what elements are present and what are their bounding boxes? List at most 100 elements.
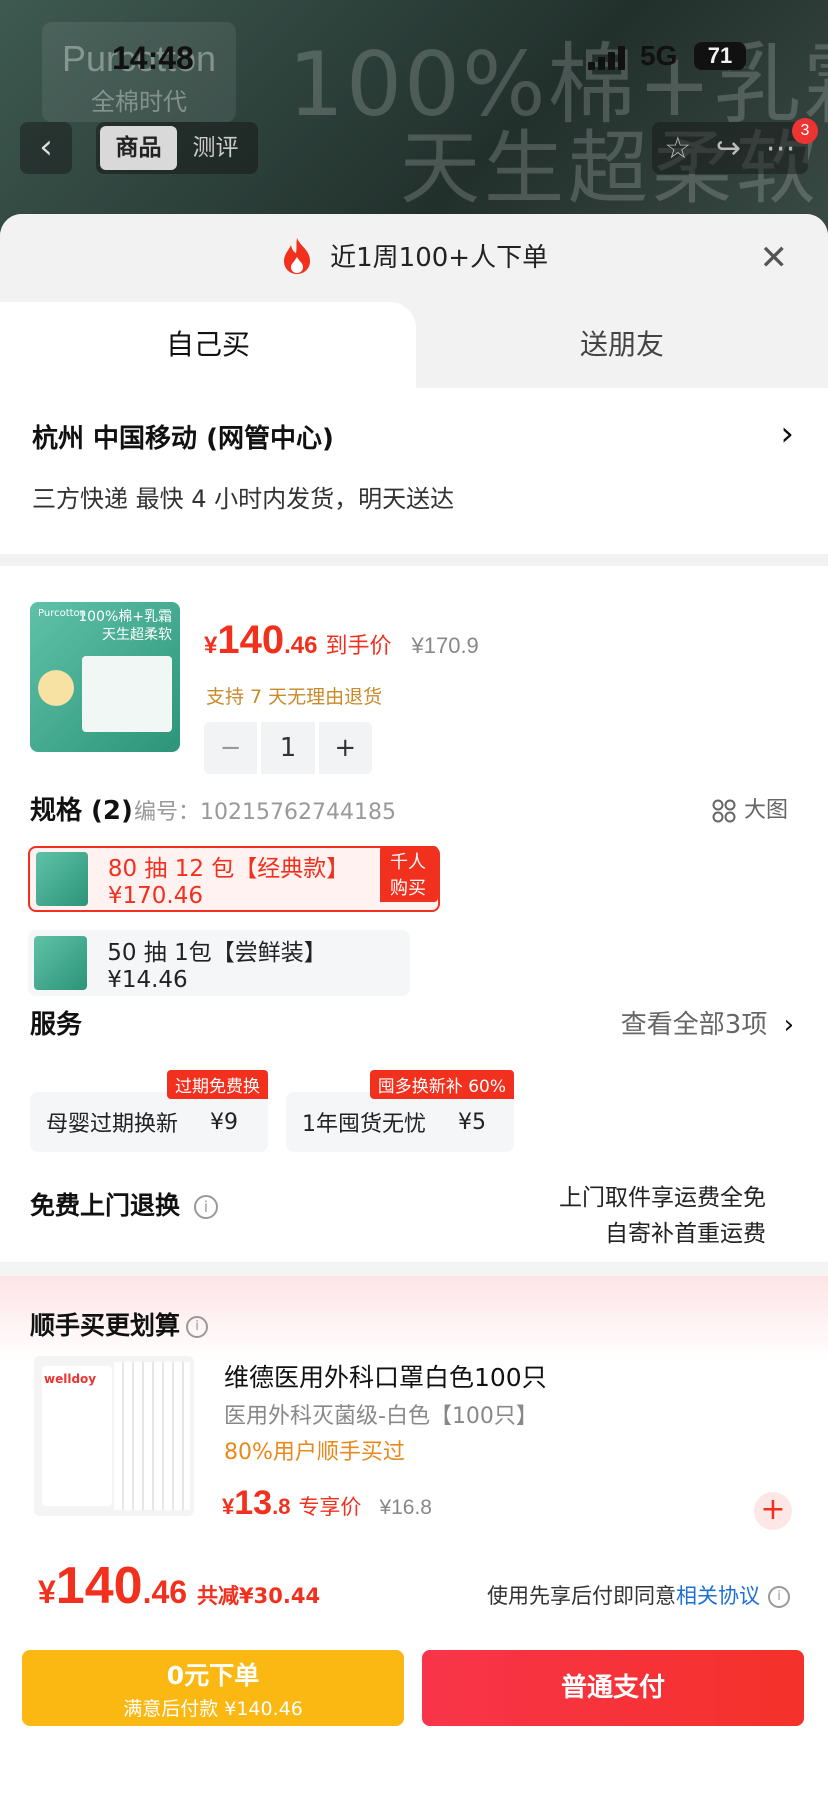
normal-pay-button[interactable]: 普通支付 xyxy=(422,1650,804,1726)
network-type: 5G xyxy=(640,40,678,71)
tab-self-buy[interactable]: 自己买 xyxy=(0,302,416,388)
info-icon[interactable]: i xyxy=(768,1586,790,1608)
spec-option-tag: 千人购买 xyxy=(380,846,438,902)
brand-logo-subtext: 全棉时代 xyxy=(91,88,187,116)
spec-option-label: 50 抽 1包【尝鲜装】 ¥14.46 xyxy=(107,940,327,993)
close-icon[interactable]: ✕ xyxy=(760,214,789,302)
total-price: ¥140.46 共减¥30.44 xyxy=(38,1556,320,1616)
total-savings: 共减¥30.44 xyxy=(197,1584,321,1608)
services-view-all-label: 查看全部3项 xyxy=(620,1010,768,1040)
status-time: 14:48 xyxy=(112,40,194,76)
service-tag: 囤多换新补 60% xyxy=(369,1070,514,1099)
service-tag: 过期免费换 xyxy=(167,1070,268,1099)
free-return-label: 免费上门退换 xyxy=(30,1191,181,1220)
sheet-header: 近1周100+人下单 ✕ xyxy=(0,214,828,302)
free-return-line2: 自寄补首重运费 xyxy=(605,1221,766,1247)
service-name: 母婴过期换新 xyxy=(46,1112,179,1137)
bundle-title-label: 顺手买更划算 xyxy=(30,1311,181,1340)
tab-gift[interactable]: 送朋友 xyxy=(416,302,828,388)
service-card[interactable]: 母婴过期换新 ¥9 过期免费换 xyxy=(30,1070,268,1152)
section-divider xyxy=(0,554,828,566)
price-label: 专享价 xyxy=(298,1495,362,1519)
service-price: ¥9 xyxy=(210,1109,239,1135)
service-card[interactable]: 1年囤货无忧 ¥5 囤多换新补 60% xyxy=(286,1070,514,1152)
address-section[interactable]: 杭州 中国移动 (网管中心) 三方快递 最快 4 小时内发货，明天送达 › xyxy=(0,388,828,554)
return-policy: 支持 7 天无理由退货 xyxy=(206,686,383,708)
pay-later-button[interactable]: 0元下单 满意后付款 ¥140.46 xyxy=(22,1650,404,1726)
delivery-info: 三方快递 最快 4 小时内发货，明天送达 xyxy=(32,485,455,513)
pay-later-sublabel: 满意后付款 ¥140.46 xyxy=(123,1698,303,1720)
spec-thumb xyxy=(34,936,88,990)
price-currency: ¥ xyxy=(222,1494,235,1519)
address-text: 杭州 中国移动 (网管中心) xyxy=(32,424,334,454)
price-label: 到手价 xyxy=(325,634,392,659)
back-button[interactable]: ‹ xyxy=(20,122,72,174)
product-image-badge xyxy=(38,670,74,706)
product-image-caption-line2: 天生超柔软 xyxy=(102,627,172,643)
spec-option-classic[interactable]: 80 抽 12 包【经典款】 ¥170.46 千人购买 xyxy=(28,846,440,912)
top-segment: 商品 测评 xyxy=(96,122,258,174)
price-decimal: .8 xyxy=(272,1494,291,1519)
product-image-caption-line1: 100%棉+乳霜 xyxy=(78,609,172,625)
bundle-title: 顺手买更划算 i xyxy=(30,1306,209,1342)
bundle-image-masks xyxy=(114,1362,190,1510)
share-icon[interactable]: ↪ xyxy=(716,131,741,166)
services-title: 服务 xyxy=(30,1010,83,1040)
original-price: ¥16.8 xyxy=(379,1496,432,1519)
product-image: Purcotton 100%棉+乳霜 天生超柔软 xyxy=(30,602,180,752)
more-icon[interactable]: ⋯ xyxy=(766,131,796,166)
bundle-image: welldoy xyxy=(34,1356,194,1516)
info-icon[interactable]: i xyxy=(194,1195,219,1219)
spec-option-trial[interactable]: 50 抽 1包【尝鲜装】 ¥14.46 xyxy=(28,930,410,996)
product-image-caption: 100%棉+乳霜天生超柔软 xyxy=(78,608,172,644)
sheet-header-text: 近1周100+人下单 xyxy=(330,243,549,273)
price-decimal: .46 xyxy=(284,632,318,659)
agreement-text: 使用先享后付即同意相关协议 i xyxy=(487,1580,790,1610)
tab-review[interactable]: 测评 xyxy=(177,126,254,170)
total-decimal: .46 xyxy=(142,1574,188,1610)
total-currency: ¥ xyxy=(38,1574,56,1610)
product-price: ¥140.46 到手价 ¥170.9 xyxy=(204,618,479,663)
info-icon[interactable]: i xyxy=(186,1316,209,1338)
top-actions: ☆ ↪ ⋯ xyxy=(652,122,808,174)
services-view-all[interactable]: 查看全部3项 › xyxy=(621,1004,794,1041)
product-summary: Purcotton 100%棉+乳霜 天生超柔软 ¥140.46 到手价 ¥170.9… xyxy=(0,566,828,774)
bundle-price: ¥13.8 专享价 ¥16.8 xyxy=(222,1484,432,1523)
tab-goods[interactable]: 商品 xyxy=(100,126,177,170)
buy-mode-tabs: 自己买 送朋友 xyxy=(0,302,828,388)
agreement-label: 使用先享后付即同意 xyxy=(487,1584,676,1608)
fire-icon xyxy=(283,237,310,274)
section-divider xyxy=(0,1262,828,1276)
cart-badge: 3 xyxy=(792,118,818,144)
price-currency: ¥ xyxy=(204,632,218,659)
price-integer: 140 xyxy=(217,618,285,662)
free-return-line1: 上门取件享运费全免 xyxy=(559,1185,766,1211)
agreement-link[interactable]: 相关协议 xyxy=(676,1584,760,1608)
status-bar: 14:48 5G 71 xyxy=(0,40,828,84)
pay-later-label: 0元下单 xyxy=(166,1661,260,1690)
spec-thumb xyxy=(36,852,88,906)
checkout-footer: ¥140.46 共减¥30.44 使用先享后付即同意相关协议 i 0元下单 满意后付… xyxy=(0,1538,828,1800)
bundle-image-card xyxy=(42,1366,112,1506)
bundle-product-name: 维德医用外科口罩白色100只 xyxy=(224,1363,547,1392)
signal-icon xyxy=(588,46,628,70)
product-image-pack xyxy=(82,656,172,732)
battery-icon: 71 xyxy=(694,42,746,70)
star-icon[interactable]: ☆ xyxy=(664,131,691,166)
bundle-popularity: 80%用户顺手买过 xyxy=(224,1440,405,1465)
chevron-right-icon: › xyxy=(780,414,794,454)
free-return-title: 免费上门退换 i xyxy=(30,1186,219,1222)
price-integer: 13 xyxy=(234,1484,273,1522)
battery-level: 71 xyxy=(707,43,733,68)
service-name: 1年囤货无忧 xyxy=(302,1112,426,1137)
bundle-image-brand: welldoy xyxy=(44,1372,97,1386)
free-return-detail: 上门取件享运费全免 自寄补首重运费 xyxy=(559,1180,766,1252)
add-bundle-button[interactable]: + xyxy=(754,1492,792,1530)
spec-header: 规格 (2) 编号：10215762744185 大图 xyxy=(0,760,828,826)
service-price: ¥5 xyxy=(458,1109,486,1135)
original-price: ¥170.9 xyxy=(411,633,479,658)
background-banner: Purcotton 全棉时代 100%棉+乳霜 天生超柔软 xyxy=(0,0,828,240)
total-integer: 140 xyxy=(55,1557,143,1615)
bundle-section: 顺手买更划算 i welldoy 维德医用外科口罩白色100只 医用外科灭菌级-白… xyxy=(0,1276,828,1556)
bundle-product-spec: 医用外科灭菌级-白色【100只】 xyxy=(224,1404,538,1429)
